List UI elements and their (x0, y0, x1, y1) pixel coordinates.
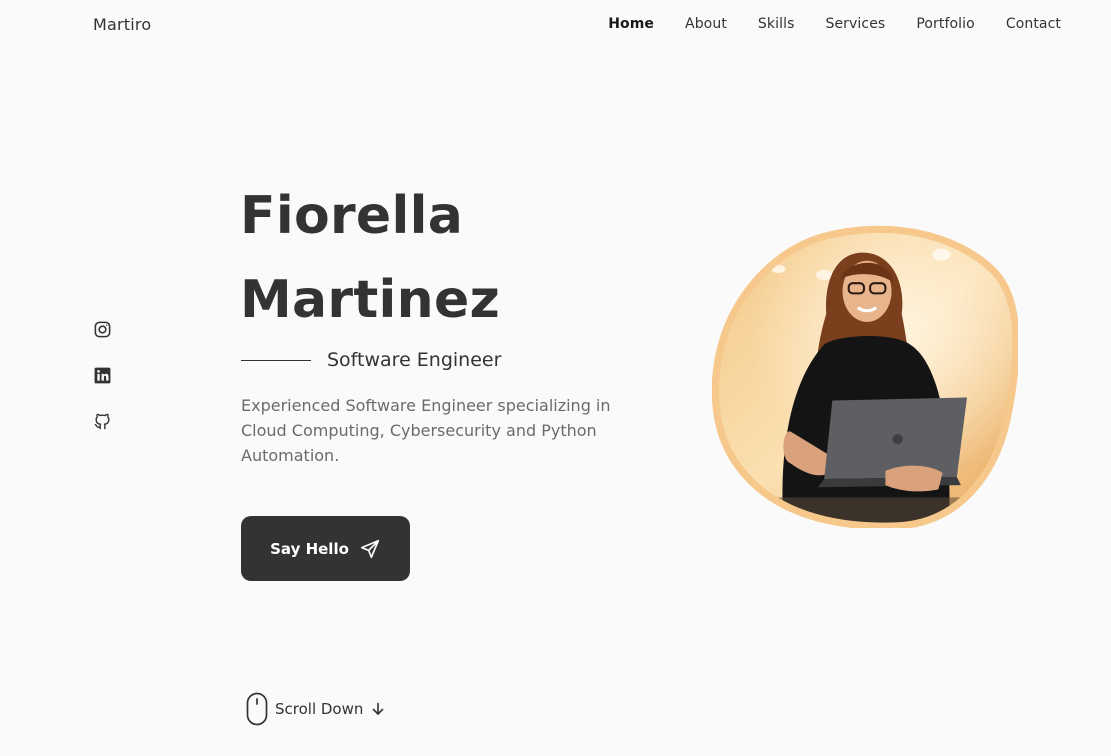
instagram-icon (94, 321, 111, 338)
say-hello-button[interactable]: Say Hello (241, 516, 410, 581)
main-nav: Home About Skills Services Portfolio Con… (608, 16, 1061, 32)
nav-contact[interactable]: Contact (1006, 16, 1061, 32)
scroll-down-link[interactable]: Scroll Down (246, 692, 385, 726)
instagram-link[interactable] (93, 320, 112, 340)
say-hello-label: Say Hello (270, 539, 349, 558)
linkedin-icon (94, 367, 111, 384)
nav-portfolio[interactable]: Portfolio (916, 16, 975, 32)
hero-subtitle: Software Engineer (327, 349, 502, 371)
social-links (93, 320, 112, 432)
nav-home[interactable]: Home (608, 16, 654, 32)
nav-about[interactable]: About (685, 16, 727, 32)
profile-photo (712, 225, 1018, 528)
mouse-icon (246, 692, 268, 726)
nav-services[interactable]: Services (825, 16, 885, 32)
linkedin-link[interactable] (93, 366, 112, 386)
github-link[interactable] (93, 412, 112, 432)
github-icon (94, 413, 110, 430)
subtitle-divider (241, 359, 311, 361)
hero-last-name: Martinez (240, 270, 501, 330)
brand-logo[interactable]: Martiro (93, 15, 151, 34)
send-icon (360, 539, 379, 558)
arrow-down-icon (373, 702, 384, 715)
hero-first-name: Fiorella (240, 186, 464, 246)
hero-description: Experienced Software Engineer specializi… (241, 396, 611, 465)
nav-skills[interactable]: Skills (758, 16, 795, 32)
site-header: Martiro Home About Skills Services Portf… (0, 0, 1111, 50)
hero-name: Fiorella Martinez (240, 174, 660, 342)
scroll-down-label: Scroll Down (275, 700, 364, 718)
hero-subtitle-row: Software Engineer (241, 349, 501, 371)
